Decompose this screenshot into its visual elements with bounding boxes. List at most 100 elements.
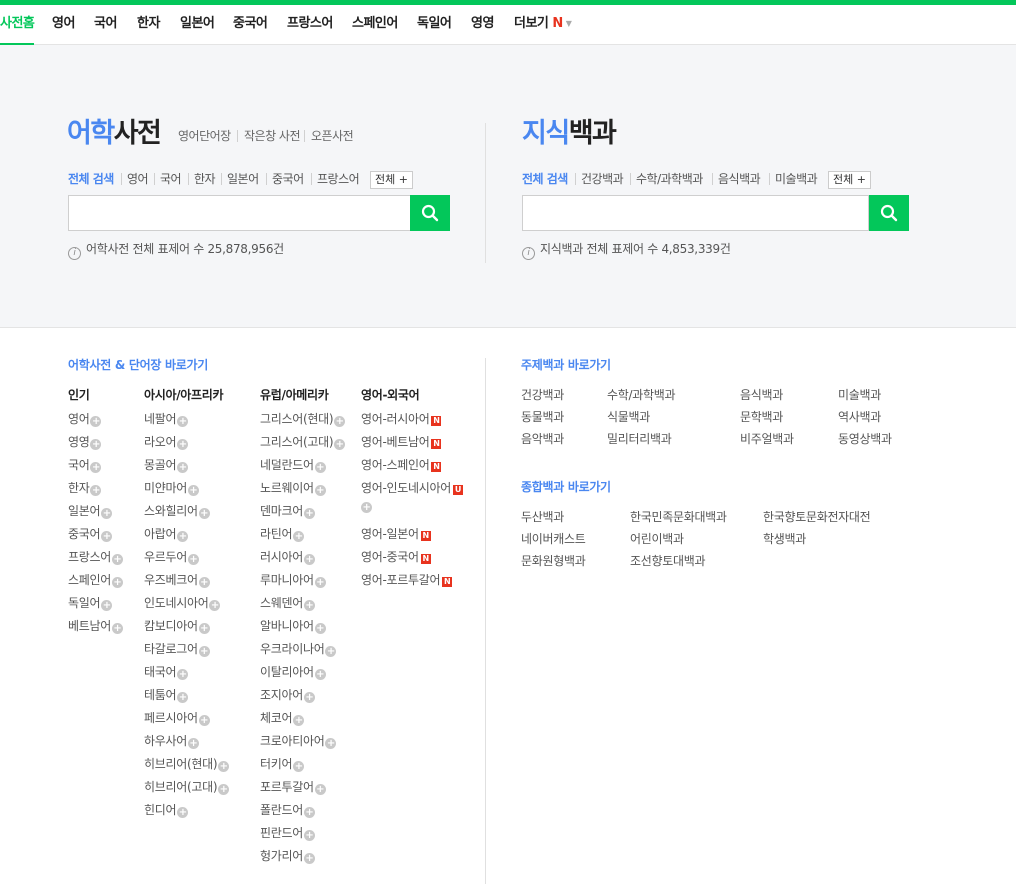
language-link[interactable]: 크로아티아어 + [260,733,337,749]
topic-encyclopedia-link[interactable]: 건강백과 [521,387,564,403]
add-icon[interactable]: + [314,623,326,634]
language-link[interactable]: 영영 + [68,434,102,450]
add-icon[interactable]: + [90,462,102,473]
language-link[interactable]: 알바니아어 + [260,618,326,634]
tab-spanish[interactable]: 스페인어 [352,5,398,44]
language-link[interactable]: 영어-중국어 N [361,549,431,565]
language-link[interactable]: 라오어 + [144,434,189,450]
general-encyclopedia-link[interactable]: 학생백과 [763,531,806,547]
add-icon[interactable]: + [90,485,102,496]
tab-chinese[interactable]: 중국어 [233,5,268,44]
language-link[interactable]: 프랑스어 + [68,549,123,565]
add-icon[interactable]: + [187,485,199,496]
knowledge-search-input[interactable] [522,195,869,231]
language-link[interactable]: 덴마크어 + [260,503,315,519]
add-icon[interactable]: + [303,853,315,864]
add-icon[interactable]: + [177,669,189,680]
filter-chinese[interactable]: 중국어 [272,171,304,187]
add-icon[interactable]: + [90,416,102,427]
add-icon[interactable]: + [334,439,346,450]
language-link[interactable]: 포르투갈어 + [260,779,326,795]
topic-encyclopedia-link[interactable]: 비주얼백과 [740,431,794,447]
language-link[interactable]: 폴란드어 + [260,802,315,818]
language-link[interactable]: 페르시아어 + [144,710,210,726]
language-link[interactable]: 일본어 + [68,503,113,519]
language-link[interactable]: 우르두어 + [144,549,199,565]
topic-encyclopedia-link[interactable]: 동영상백과 [838,431,892,447]
language-link[interactable]: 영어 + [68,411,102,427]
language-link[interactable]: 스페인어 + [68,572,123,588]
language-search-input[interactable] [68,195,411,231]
tab-german[interactable]: 독일어 [417,5,452,44]
language-link[interactable]: 힌디어 + [144,802,189,818]
knowledge-encyclopedia-title[interactable]: 지식백과 [522,118,617,150]
vocabulary-link[interactable]: 영어단어장 [178,128,231,144]
language-link[interactable]: 중국어 + [68,526,113,542]
language-link[interactable]: 핀란드어 + [260,825,315,841]
add-icon[interactable]: + [303,692,315,703]
add-icon[interactable]: + [111,554,123,565]
language-link[interactable]: 히브리어(현대) + [144,756,230,772]
language-link[interactable]: 영어-인도네시아어 U + [361,480,463,513]
add-icon[interactable]: + [293,715,305,726]
add-icon[interactable]: + [198,646,210,657]
language-link[interactable]: 히브리어(고대) + [144,779,230,795]
all-encyclopedias-button[interactable]: 전체 + [828,171,871,189]
language-link[interactable]: 체코어 + [260,710,305,726]
general-encyclopedia-link[interactable]: 문화원형백과 [521,553,586,569]
tab-dictionary-home[interactable]: 사전홈 [0,5,35,45]
topic-encyclopedia-link[interactable]: 식물백과 [607,409,650,425]
topic-encyclopedia-link[interactable]: 음식백과 [740,387,783,403]
language-link[interactable]: 조지아어 + [260,687,315,703]
topic-encyclopedia-link[interactable]: 밀리터리백과 [607,431,672,447]
filter-food[interactable]: 음식백과 [718,171,761,187]
tab-japanese[interactable]: 일본어 [180,5,215,44]
add-icon[interactable]: + [198,508,210,519]
add-icon[interactable]: + [325,738,337,749]
tab-hanja[interactable]: 한자 [137,5,160,44]
topic-encyclopedia-link[interactable]: 수학/과학백과 [607,387,675,403]
language-link[interactable]: 미얀마어 + [144,480,199,496]
add-icon[interactable]: + [111,577,123,588]
language-link[interactable]: 영어-일본어 N [361,526,431,542]
tab-english-english[interactable]: 영영 [471,5,494,44]
open-dictionary-link[interactable]: 오픈사전 [311,128,354,144]
general-encyclopedia-link[interactable]: 어린이백과 [630,531,684,547]
language-dictionary-title[interactable]: 어학사전 [67,118,162,150]
add-icon[interactable]: + [198,715,210,726]
language-link[interactable]: 몽골어 + [144,457,189,473]
filter-japanese[interactable]: 일본어 [227,171,259,187]
add-icon[interactable]: + [101,600,113,611]
filter-korean[interactable]: 국어 [160,171,182,187]
general-encyclopedia-link[interactable]: 두산백과 [521,509,564,525]
language-link[interactable]: 영어-베트남어 N [361,434,442,450]
filter-art[interactable]: 미술백과 [775,171,818,187]
filter-health[interactable]: 건강백과 [581,171,624,187]
language-link[interactable]: 인도네시아어 + [144,595,221,611]
add-icon[interactable]: + [293,531,305,542]
language-link[interactable]: 영어-스페인어 N [361,457,442,473]
add-icon[interactable]: + [218,761,230,772]
add-icon[interactable]: + [177,531,189,542]
add-icon[interactable]: + [293,761,305,772]
tab-more[interactable]: 더보기 N ▼ [514,5,572,44]
add-icon[interactable]: + [187,738,199,749]
add-icon[interactable]: + [303,508,315,519]
add-icon[interactable]: + [177,692,189,703]
add-icon[interactable]: + [218,784,230,795]
language-link[interactable]: 타갈로그어 + [144,641,210,657]
add-icon[interactable]: + [314,669,326,680]
language-link[interactable]: 러시아어 + [260,549,315,565]
filter-math-science[interactable]: 수학/과학백과 [636,171,703,187]
add-icon[interactable]: + [303,807,315,818]
add-icon[interactable]: + [187,554,199,565]
add-icon[interactable]: + [177,462,189,473]
add-icon[interactable]: + [198,623,210,634]
language-link[interactable]: 루마니아어 + [260,572,326,588]
language-link[interactable]: 캄보디아어 + [144,618,210,634]
add-icon[interactable]: + [303,554,315,565]
language-search-button[interactable] [410,195,450,231]
language-link[interactable]: 그리스어(현대) + [260,411,346,427]
general-encyclopedia-link[interactable]: 조선향토대백과 [630,553,705,569]
language-link[interactable]: 영어-러시아어 N [361,411,442,427]
